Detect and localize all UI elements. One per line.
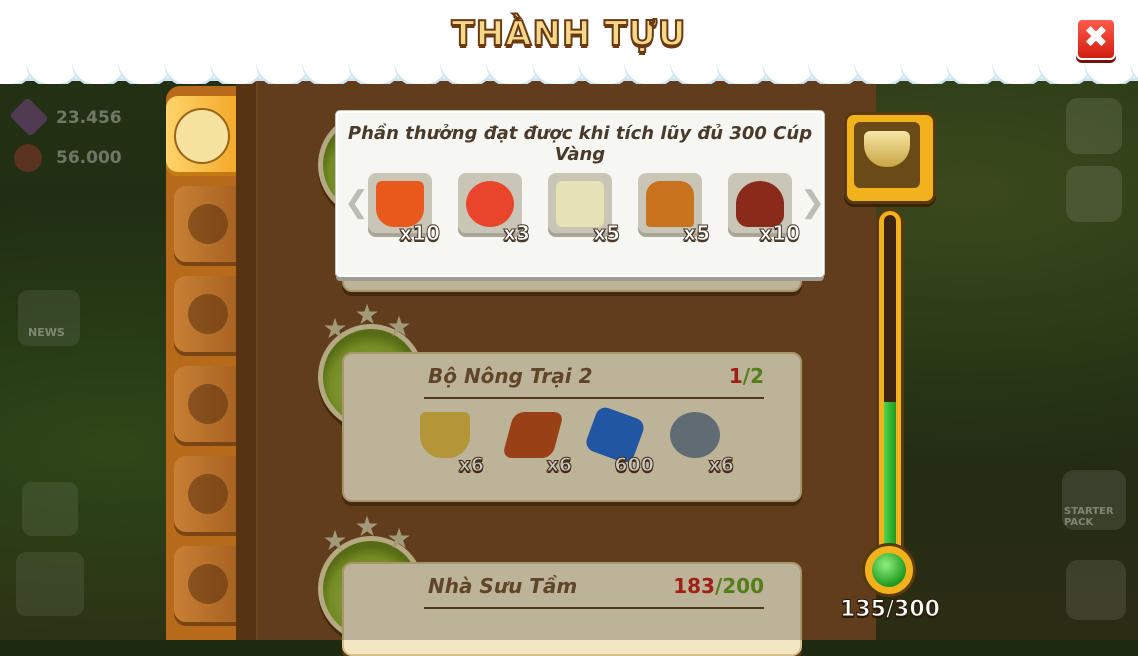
progress-bulb: [862, 543, 916, 597]
page-title: THÀNH TỰU: [451, 13, 687, 55]
reward-item: x5: [634, 173, 711, 246]
apple-icon: [14, 144, 42, 172]
reward-count: x10: [759, 221, 801, 246]
friends-button[interactable]: [1066, 98, 1122, 154]
reward-count: x5: [593, 221, 621, 246]
tab-trophy[interactable]: [166, 96, 236, 176]
animal-icon: [188, 474, 228, 514]
reward-count: x3: [503, 221, 531, 246]
tab-plant[interactable]: [174, 186, 236, 266]
starter-pack-button[interactable]: STARTER PACK: [1062, 470, 1126, 530]
tab-decoration[interactable]: [174, 366, 236, 446]
progress-bulb-fill: [872, 553, 906, 587]
flower-icon: [188, 564, 228, 604]
news-button[interactable]: NEWS: [18, 290, 80, 346]
news-label: NEWS: [28, 326, 65, 339]
tab-building[interactable]: [174, 276, 236, 356]
golden-trophy-goal[interactable]: [844, 112, 936, 204]
reward-popup: Phần thưởng đạt được khi tích lũy đủ 300…: [336, 111, 825, 277]
progress-track: [884, 215, 896, 555]
gem-count: 23.456: [56, 108, 122, 128]
tab-animal[interactable]: [174, 456, 236, 536]
trophy-progress-bar: [876, 208, 904, 562]
reward-item: x10: [364, 173, 441, 246]
reward-item: x10: [724, 173, 801, 246]
reward-item: x3: [454, 173, 531, 246]
friends-list-button[interactable]: [1066, 560, 1126, 620]
chat-button[interactable]: [22, 482, 78, 536]
starter-pack-label: STARTER PACK: [1064, 506, 1114, 528]
next-arrow-button[interactable]: ❯: [800, 185, 825, 220]
decoration-icon: [188, 384, 228, 424]
snow-edge: [0, 60, 1138, 84]
reward-item: x5: [544, 173, 621, 246]
progress-counter: 135/300: [840, 597, 941, 623]
apple-count: 56.000: [56, 148, 122, 168]
tab-special[interactable]: [174, 546, 236, 626]
reward-count: x5: [683, 221, 711, 246]
close-button[interactable]: ✖: [1076, 18, 1116, 60]
progress-fill: [884, 402, 896, 555]
house-icon: [188, 294, 228, 334]
reward-count: x10: [399, 221, 441, 246]
trophy-icon: [174, 108, 230, 164]
shop-cart-button[interactable]: [16, 552, 84, 616]
sprout-icon: [188, 204, 228, 244]
popup-header: Phần thưởng đạt được khi tích lũy đủ 300…: [347, 123, 813, 165]
mail-button[interactable]: [1066, 166, 1122, 222]
